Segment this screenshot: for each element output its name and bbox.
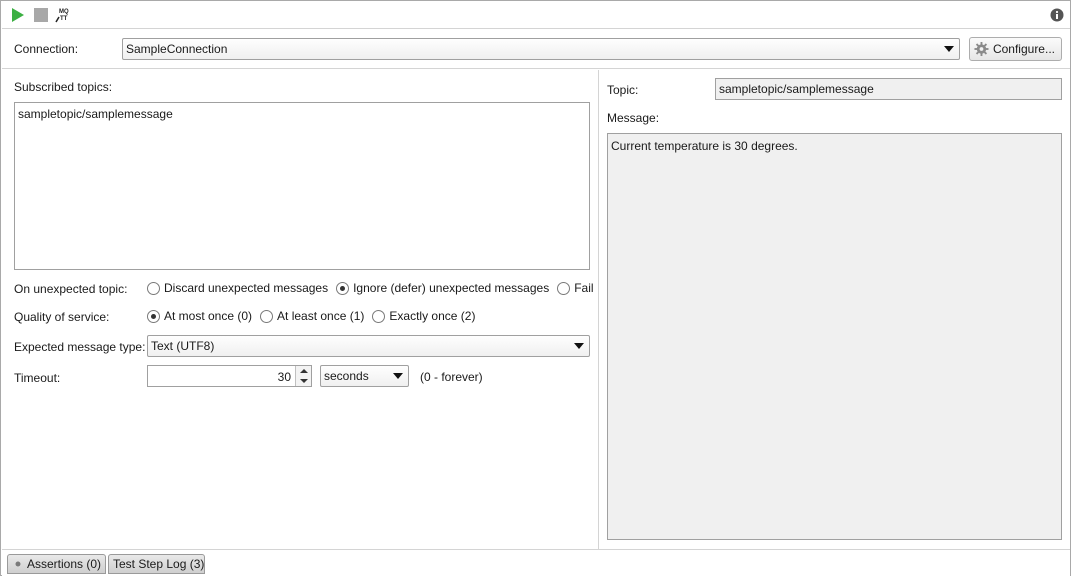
qos-radio-group: At most once (0) At least once (1) Exact… [147,309,483,323]
response-pane: Topic: sampletopic/samplemessage Message… [599,70,1070,549]
connection-value: SampleConnection [126,42,228,56]
mqtt-icon[interactable]: MQ TT [54,6,72,24]
connection-select[interactable]: SampleConnection [122,38,960,60]
message-type-value: Text (UTF8) [151,339,215,353]
stepper-down-icon[interactable] [300,379,308,383]
message-type-select[interactable]: Text (UTF8) [147,335,590,357]
status-circle-icon [15,561,21,567]
bottom-tab-bar: Assertions (0) Test Step Log (3) [2,549,1070,576]
stepper-up-icon[interactable] [300,369,308,373]
radio-ignore-unexpected[interactable]: Ignore (defer) unexpected messages [336,281,549,295]
mqtt-receive-step-window: MQ TT Connection: SampleConnection Confi… [0,0,1071,576]
topic-label: Topic: [607,83,639,97]
tab-assertions[interactable]: Assertions (0) [7,554,106,574]
radio-label: Discard unexpected messages [164,281,329,295]
gear-icon [974,41,989,57]
radio-at-least-once[interactable]: At least once (1) [260,309,364,323]
timeout-unit-select[interactable]: seconds [320,365,409,387]
chevron-down-icon [574,343,584,349]
radio-label: At most once (0) [164,309,253,323]
unexpected-topic-label: On unexpected topic: [14,282,128,296]
received-topic-value: sampletopic/samplemessage [719,82,874,96]
connection-label: Connection: [14,42,79,56]
radio-at-most-once[interactable]: At most once (0) [147,309,252,323]
radio-label: Exactly once (2) [389,309,476,323]
radio-dot [372,309,386,323]
stop-icon[interactable] [32,6,50,24]
timeout-stepper[interactable]: 30 [147,365,312,387]
svg-text:TT: TT [60,16,68,22]
radio-dot [260,309,274,323]
qos-label: Quality of service: [14,310,110,324]
tab-test-step-log[interactable]: Test Step Log (3) [108,554,205,574]
toolbar: MQ TT [2,2,1070,29]
info-icon[interactable] [1048,6,1066,24]
stepper-arrows[interactable] [295,366,311,386]
received-message-value: Current temperature is 30 degrees. [611,139,798,153]
connection-row: Connection: SampleConnection Configure..… [2,30,1070,69]
radio-label: Ignore (defer) unexpected messages [353,281,550,295]
received-message-textarea[interactable]: Current temperature is 30 degrees. [607,133,1062,540]
tab-test-step-log-label: Test Step Log (3) [113,557,205,571]
subscribed-topics-textarea[interactable]: sampletopic/samplemessage [14,102,590,270]
radio-dot-selected [336,281,350,295]
play-icon[interactable] [9,6,27,24]
radio-exactly-once[interactable]: Exactly once (2) [372,309,475,323]
radio-fail[interactable]: Fail [557,281,594,295]
tab-assertions-label: Assertions (0) [26,557,101,571]
unexpected-topic-radio-group: Discard unexpected messages Ignore (defe… [147,281,602,295]
timeout-label: Timeout: [14,371,61,385]
timeout-unit-value: seconds [324,369,369,383]
received-topic-field[interactable]: sampletopic/samplemessage [715,78,1062,100]
timeout-hint: (0 - forever) [420,370,483,384]
configure-button[interactable]: Configure... [969,37,1062,61]
subscribed-topics-label: Subscribed topics: [14,80,113,94]
svg-text:MQ: MQ [59,9,69,15]
chevron-down-icon [944,46,954,52]
chevron-down-icon [393,373,403,379]
configure-label: Configure... [992,42,1055,56]
request-pane: Subscribed topics: sampletopic/samplemes… [2,70,598,549]
radio-discard-unexpected[interactable]: Discard unexpected messages [147,281,328,295]
radio-dot [147,281,160,295]
subscribed-topics-value: sampletopic/samplemessage [18,107,173,121]
radio-dot-selected [147,309,160,323]
radio-dot [557,281,571,295]
message-label: Message: [607,111,660,125]
radio-label: At least once (1) [277,309,365,323]
timeout-value: 30 [277,370,291,384]
radio-label: Fail [574,281,594,295]
message-type-label: Expected message type: [14,340,146,354]
